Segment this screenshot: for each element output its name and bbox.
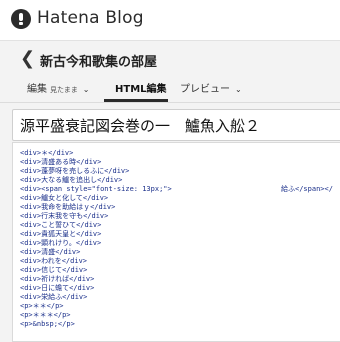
chevron-down-icon: ⌄ [235,85,242,94]
editor-mode-tabs: 編集 見たまま ⌄ HTML編集 プレビュー ⌄ [0,72,340,103]
brand-name[interactable]: Hatena Blog [37,8,144,28]
tab-edit-label: 編集 [27,84,47,95]
tab-html-edit[interactable]: HTML編集 [115,80,167,95]
blog-title: 新古今和歌集の部屋 [40,55,158,70]
entry-title-input[interactable]: 源平盛衰記図会巻の一 鱸魚入舩２ [12,109,340,141]
back-arrow-icon[interactable]: ❮ [20,50,35,68]
tab-preview-label: プレビュー [180,84,230,95]
top-bar: Hatena Blog [0,0,340,41]
active-tab-indicator [104,99,168,102]
tab-wysiwyg-edit[interactable]: 編集 見たまま ⌄ [27,80,90,95]
entry-title-text: 源平盛衰記図会巻の一 鱸魚入舩２ [20,117,261,135]
code-line: <p>&nbsp;</p> [20,320,75,328]
tab-edit-sub: 見たまま [50,86,78,94]
tab-preview[interactable]: プレビュー ⌄ [180,80,242,95]
hatena-logo-icon[interactable] [11,9,31,29]
code-line-tail: 給ふ</span></ [281,185,333,193]
chevron-down-icon: ⌄ [82,85,90,94]
html-editor[interactable]: <div>＊</div> <div>清盛ある時</div> <div>蓬夢呀を売… [12,142,340,342]
